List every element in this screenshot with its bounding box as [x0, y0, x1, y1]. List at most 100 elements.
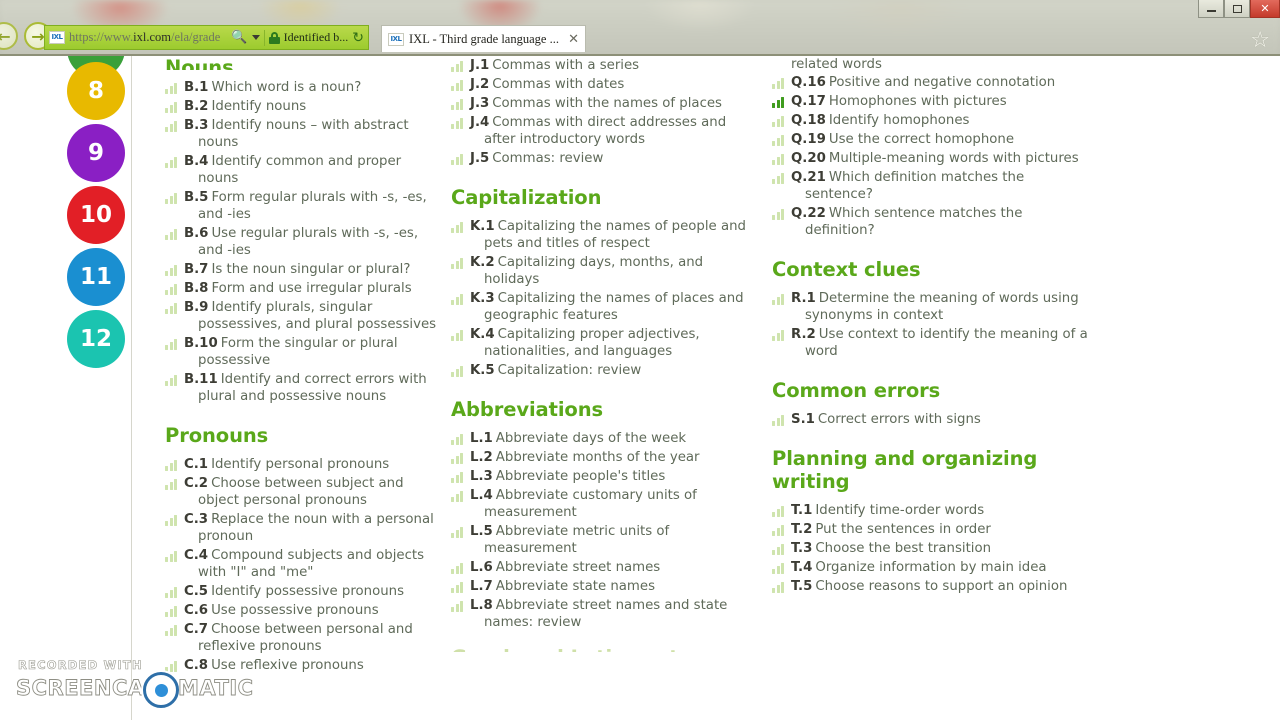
skill-link[interactable]: B.9 Identify plurals, singular possessive…: [165, 298, 441, 334]
section-heading: Capitalization: [451, 186, 602, 209]
skill-text: B.8 Form and use irregular plurals: [184, 280, 412, 297]
tab-close-icon[interactable]: ✕: [568, 32, 579, 47]
skill-link[interactable]: L.5 Abbreviate metric units of measuremen…: [451, 522, 759, 558]
skill-link[interactable]: B.7 Is the noun singular or plural?: [165, 260, 441, 279]
skill-link[interactable]: Q.21 Which definition matches the sentenc…: [772, 168, 1089, 204]
skill-link[interactable]: C.1 Identify personal pronouns: [165, 455, 441, 474]
skill-label: Abbreviate days of the week: [495, 431, 687, 446]
skill-code: B.8: [184, 281, 209, 296]
skill-progress-bars-icon: [165, 550, 178, 562]
skill-label: Commas with direct addresses and after i…: [484, 115, 727, 147]
skill-link[interactable]: B.3 Identify nouns – with abstract nouns: [165, 116, 441, 152]
skill-link[interactable]: C.3 Replace the noun with a personal pron…: [165, 510, 441, 546]
skill-link[interactable]: C.6 Use possessive pronouns: [165, 601, 441, 620]
grade-circle-10[interactable]: 10: [67, 186, 125, 244]
skill-link[interactable]: T.4 Organize information by main idea: [772, 558, 1089, 577]
skill-link[interactable]: B.6 Use regular plurals with -s, -es, and…: [165, 224, 441, 260]
star-icon[interactable]: ☆: [1250, 28, 1270, 53]
skill-link[interactable]: L.7 Abbreviate state names: [451, 577, 759, 596]
close-window-button[interactable]: ✕: [1250, 0, 1280, 18]
skill-link[interactable]: C.4 Compound subjects and objects with "I…: [165, 546, 441, 582]
skill-link[interactable]: L.6 Abbreviate street names: [451, 558, 759, 577]
grade-circle-11[interactable]: 11: [67, 248, 125, 306]
skill-text: J.2 Commas with dates: [470, 76, 624, 93]
skill-code: L.4: [470, 488, 493, 503]
skill-text: K.1 Capitalizing the names of people and …: [470, 218, 759, 252]
skill-link[interactable]: T.1 Identify time-order words: [772, 501, 1089, 520]
skill-label: Choose between personal and reflexive pr…: [198, 622, 413, 654]
skill-label: Abbreviate metric units of measurement: [484, 524, 670, 556]
skill-link[interactable]: J.5 Commas: review: [451, 149, 759, 168]
search-icon[interactable]: 🔍: [231, 30, 247, 45]
skill-link[interactable]: C.5 Identify possessive pronouns: [165, 582, 441, 601]
skill-label: Commas: review: [492, 151, 604, 166]
skill-link[interactable]: S.1 Correct errors with signs: [772, 410, 1089, 429]
security-identity-label[interactable]: Identified b...: [284, 30, 349, 45]
skill-link[interactable]: Q.20 Multiple-meaning words with pictures: [772, 149, 1089, 168]
skill-text: Q.21 Which definition matches the sentenc…: [791, 169, 1089, 203]
skill-link[interactable]: B.4 Identify common and proper nouns: [165, 152, 441, 188]
skill-link[interactable]: B.10 Form the singular or plural possessi…: [165, 334, 441, 370]
skill-link[interactable]: Q.16 Positive and negative connotation: [772, 73, 1089, 92]
skill-link[interactable]: R.2 Use context to identify the meaning o…: [772, 325, 1089, 361]
skill-link[interactable]: K.3 Capitalizing the names of places and …: [451, 289, 759, 325]
grade-circle-12[interactable]: 12: [67, 310, 125, 368]
grade-circle-8[interactable]: 8: [67, 62, 125, 120]
back-button[interactable]: ←: [0, 22, 18, 50]
skill-link[interactable]: L.3 Abbreviate people's titles: [451, 467, 759, 486]
minimize-button[interactable]: [1198, 0, 1224, 18]
skill-progress-bars-icon: [451, 581, 464, 593]
skill-progress-bars-icon: [451, 562, 464, 574]
skill-link[interactable]: T.5 Choose reasons to support an opinion: [772, 577, 1089, 596]
skill-link[interactable]: T.3 Choose the best transition: [772, 539, 1089, 558]
skill-label: Form and use irregular plurals: [211, 281, 412, 296]
skill-link[interactable]: C.7 Choose between personal and reflexive…: [165, 620, 441, 656]
skill-link[interactable]: L.1 Abbreviate days of the week: [451, 429, 759, 448]
skill-code: Q.19: [791, 132, 826, 147]
refresh-icon[interactable]: ↻: [352, 30, 364, 46]
skill-link[interactable]: Q.17 Homophones with pictures: [772, 92, 1089, 111]
skill-link[interactable]: Q.19 Use the correct homophone: [772, 130, 1089, 149]
skill-link[interactable]: B.1 Which word is a noun?: [165, 78, 441, 97]
skill-link[interactable]: K.4 Capitalizing proper adjectives, natio…: [451, 325, 759, 361]
skill-link[interactable]: L.4 Abbreviate customary units of measure…: [451, 486, 759, 522]
skill-link[interactable]: Q.22 Which sentence matches the definitio…: [772, 204, 1089, 240]
skill-text: J.4 Commas with direct addresses and afte…: [470, 114, 759, 148]
section-heading: Context clues: [772, 258, 921, 281]
skill-progress-bars-icon: [451, 221, 464, 233]
address-bar[interactable]: IXL https://www.ixl.com/ela/grade 🔍 Iden…: [44, 25, 369, 50]
skill-link[interactable]: J.2 Commas with dates: [451, 75, 759, 94]
skill-text: T.5 Choose reasons to support an opinion: [791, 578, 1067, 595]
skill-text: B.4 Identify common and proper nouns: [184, 153, 441, 187]
skill-link[interactable]: C.2 Choose between subject and object per…: [165, 474, 441, 510]
skill-link[interactable]: R.1 Determine the meaning of words using …: [772, 289, 1089, 325]
browser-tab[interactable]: IXL IXL - Third grade language ... ✕: [381, 25, 586, 52]
skill-link[interactable]: L.2 Abbreviate months of the year: [451, 448, 759, 467]
skill-link[interactable]: Q.18 Identify homophones: [772, 111, 1089, 130]
skill-link[interactable]: B.8 Form and use irregular plurals: [165, 279, 441, 298]
skill-link[interactable]: T.2 Put the sentences in order: [772, 520, 1089, 539]
restore-button[interactable]: [1224, 0, 1250, 18]
skill-code: Q.20: [791, 151, 826, 166]
chevron-down-icon[interactable]: [251, 35, 260, 40]
lock-icon[interactable]: [268, 31, 280, 44]
skill-link[interactable]: J.3 Commas with the names of places: [451, 94, 759, 113]
skill-link[interactable]: K.5 Capitalization: review: [451, 361, 759, 380]
skill-link[interactable]: C.8 Use reflexive pronouns: [165, 656, 441, 675]
skill-link[interactable]: L.8 Abbreviate street names and state nam…: [451, 596, 759, 632]
skill-progress-bars-icon: [165, 660, 178, 672]
skill-link[interactable]: B.2 Identify nouns: [165, 97, 441, 116]
skill-code: L.3: [470, 469, 493, 484]
skill-progress-bars-icon: [165, 459, 178, 471]
skill-text: C.5 Identify possessive pronouns: [184, 583, 404, 600]
skill-text: C.7 Choose between personal and reflexive…: [184, 621, 441, 655]
skill-link[interactable]: B.11 Identify and correct errors with plu…: [165, 370, 441, 406]
skill-link[interactable]: K.2 Capitalizing days, months, and holida…: [451, 253, 759, 289]
skill-link[interactable]: J.4 Commas with direct addresses and afte…: [451, 113, 759, 149]
skill-progress-bars-icon: [772, 208, 785, 220]
skill-link[interactable]: B.5 Form regular plurals with -s, -es, an…: [165, 188, 441, 224]
skill-link[interactable]: K.1 Capitalizing the names of people and …: [451, 217, 759, 253]
site-favicon-icon: IXL: [49, 31, 65, 44]
grade-circle-9[interactable]: 9: [67, 124, 125, 182]
skill-link[interactable]: J.1 Commas with a series: [451, 56, 759, 75]
